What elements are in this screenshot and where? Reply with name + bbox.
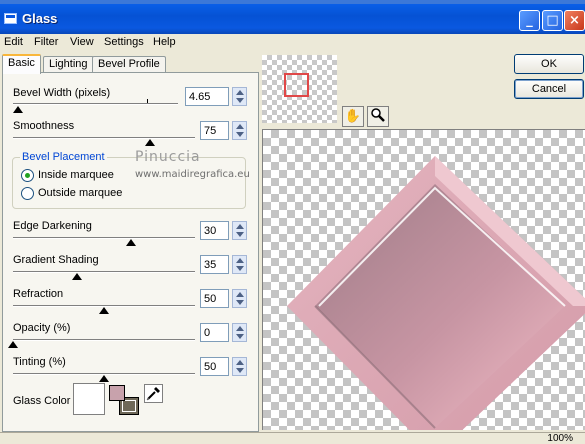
edge-darkening-slider[interactable] <box>13 237 195 239</box>
refraction-spinner[interactable] <box>232 289 247 308</box>
view-rectangle[interactable] <box>284 73 309 97</box>
settings-panel: Bevel Width (pixels) Smoothness Bevel Pl… <box>2 72 259 432</box>
minimize-icon[interactable]: _ <box>519 10 540 31</box>
bevel-width-input[interactable] <box>185 87 229 106</box>
pan-hand-icon[interactable]: ✋ <box>342 106 364 127</box>
opacity-input[interactable] <box>200 323 229 342</box>
bevel-width-label: Bevel Width (pixels) <box>13 87 111 99</box>
inside-marquee-label[interactable]: Inside marquee <box>38 169 114 181</box>
app-icon <box>4 13 17 24</box>
bevel-placement-title: Bevel Placement <box>20 151 107 163</box>
menu-help[interactable]: Help <box>153 36 176 48</box>
inside-marquee-radio[interactable] <box>21 169 34 182</box>
refraction-label: Refraction <box>13 288 64 300</box>
effect-preview[interactable] <box>262 129 585 430</box>
refraction-input[interactable] <box>200 289 229 308</box>
glass-color-swatch[interactable] <box>73 383 105 415</box>
gradient-shading-thumb[interactable] <box>71 273 82 280</box>
refraction-thumb[interactable] <box>99 307 109 314</box>
menu-settings[interactable]: Settings <box>104 36 144 48</box>
opacity-slider[interactable] <box>13 339 195 341</box>
gradient-shading-slider[interactable] <box>13 271 195 273</box>
glass-color-label: Glass Color <box>13 395 71 407</box>
tinting-thumb[interactable] <box>99 375 109 382</box>
tab-lighting[interactable]: Lighting <box>43 56 94 73</box>
opacity-label: Opacity (%) <box>13 322 71 334</box>
outside-marquee-label[interactable]: Outside marquee <box>38 187 122 199</box>
status-bar: 100% <box>0 432 585 444</box>
cancel-button[interactable]: Cancel <box>514 79 584 99</box>
zoom-magnifier-icon[interactable] <box>367 106 389 127</box>
tinting-label: Tinting (%) <box>13 356 66 368</box>
tinting-spinner[interactable] <box>232 357 247 376</box>
bevel-width-thumb[interactable] <box>12 106 23 113</box>
watermark-site: www.maidiregrafica.eu <box>135 169 250 180</box>
menu-edit[interactable]: Edit <box>4 36 23 48</box>
bevel-width-spinner[interactable] <box>232 87 247 106</box>
window-title: Glass <box>22 11 58 26</box>
outside-marquee-radio[interactable] <box>21 187 34 200</box>
tab-basic[interactable]: Basic <box>2 54 41 74</box>
zoom-level: 100% <box>547 433 573 444</box>
bevel-placement-group: Bevel Placement Inside marquee Outside m… <box>12 151 246 209</box>
opacity-thumb[interactable] <box>8 341 18 348</box>
edge-darkening-spinner[interactable] <box>232 221 247 240</box>
tab-bevel-profile[interactable]: Bevel Profile <box>92 56 166 73</box>
ok-button[interactable]: OK <box>514 54 584 74</box>
smoothness-thumb[interactable] <box>144 139 155 146</box>
slider-tick <box>147 99 148 103</box>
navigator-preview[interactable] <box>262 55 337 123</box>
smoothness-spinner[interactable] <box>232 121 247 140</box>
smoothness-input[interactable] <box>200 121 229 140</box>
smoothness-label: Smoothness <box>13 120 75 132</box>
gradient-shading-input[interactable] <box>200 255 229 274</box>
watermark-name: Pinuccia <box>135 149 201 165</box>
bevel-width-slider[interactable] <box>13 103 178 105</box>
smoothness-slider[interactable] <box>13 137 195 139</box>
tinting-input[interactable] <box>200 357 229 376</box>
edge-darkening-label: Edge Darkening <box>13 220 92 232</box>
opacity-spinner[interactable] <box>232 323 247 342</box>
title-bar: Glass _ □ × <box>0 4 585 34</box>
menu-filter[interactable]: Filter <box>34 36 58 48</box>
menu-bar: Edit Filter View Settings Help <box>0 34 585 52</box>
foreground-color-swatch[interactable] <box>109 385 125 401</box>
gradient-shading-label: Gradient Shading <box>13 254 99 266</box>
maximize-icon[interactable]: □ <box>542 10 563 31</box>
gradient-shading-spinner[interactable] <box>232 255 247 274</box>
edge-darkening-thumb[interactable] <box>126 239 137 246</box>
edge-darkening-input[interactable] <box>200 221 229 240</box>
close-icon[interactable]: × <box>564 10 585 31</box>
eyedropper-icon[interactable] <box>144 384 163 403</box>
glass-tile-preview <box>287 156 585 430</box>
menu-view[interactable]: View <box>70 36 94 48</box>
